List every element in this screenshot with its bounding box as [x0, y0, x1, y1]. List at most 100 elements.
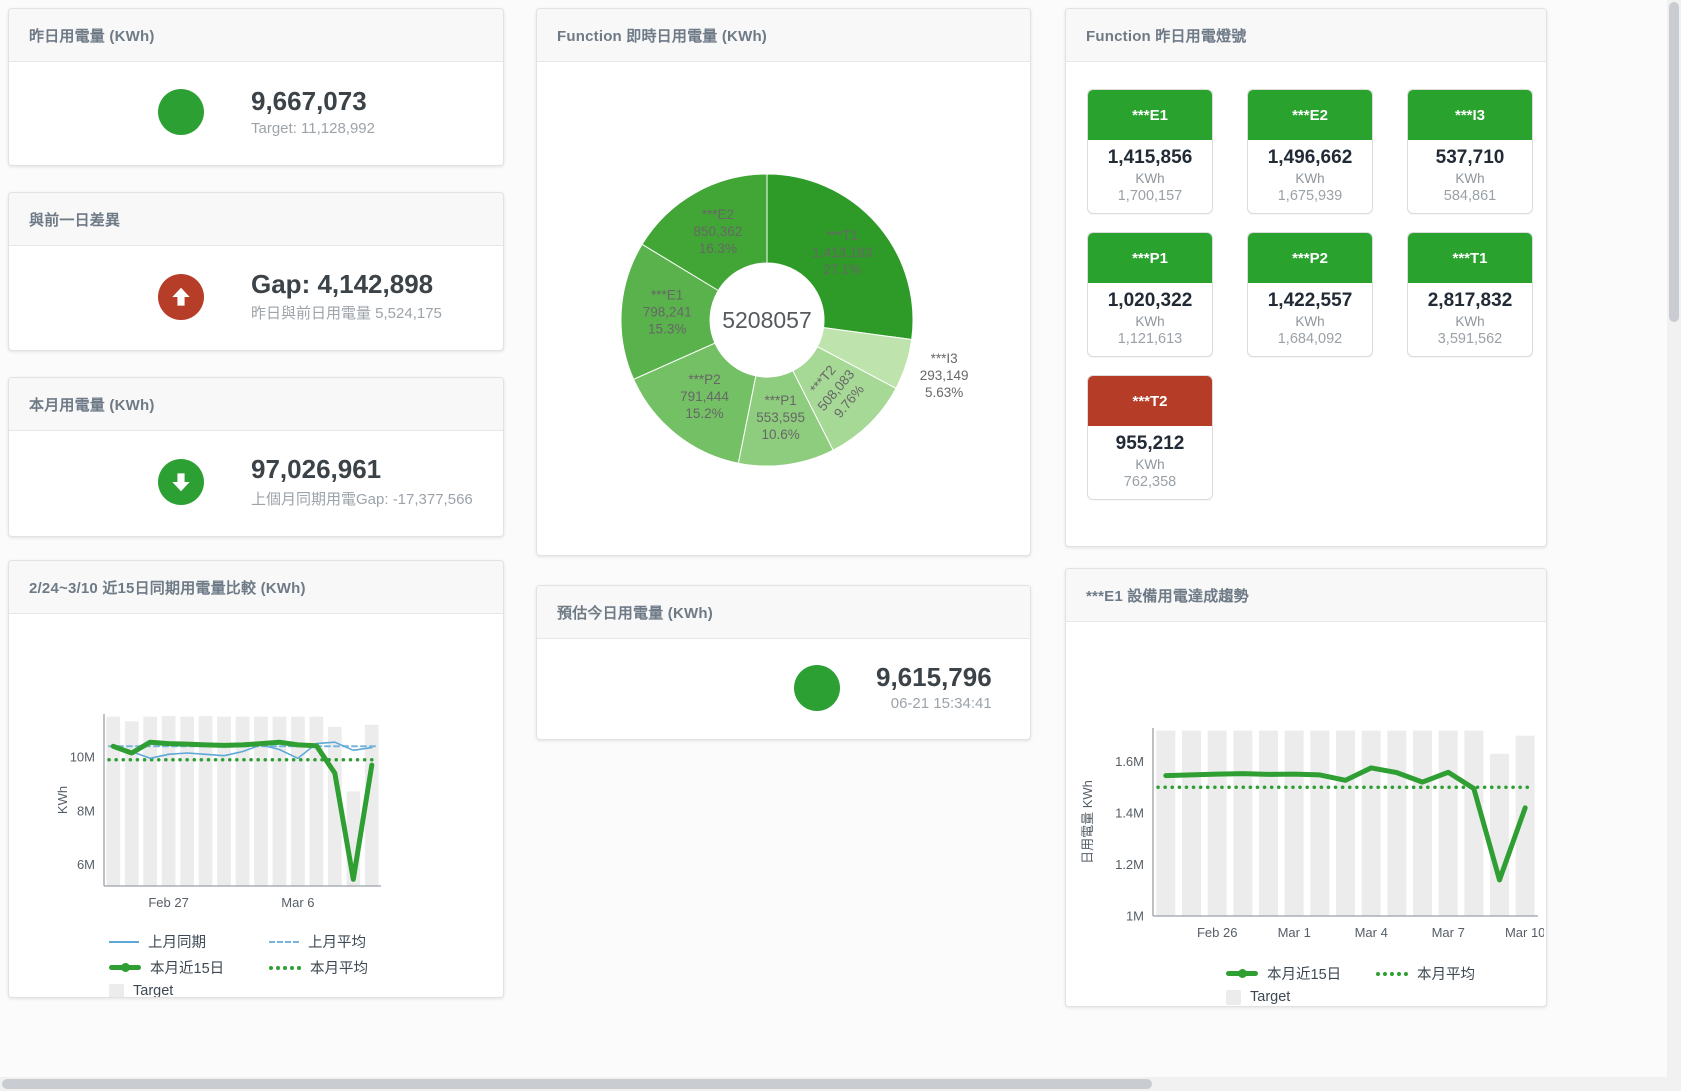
status-circle-icon: [158, 89, 204, 135]
square-swatch-icon: [1226, 990, 1241, 1005]
svg-text:Mar 7: Mar 7: [1432, 925, 1465, 940]
kpi-subtitle: Target: 11,128,992: [251, 120, 375, 137]
tile-target: 584,861: [1412, 188, 1528, 204]
card-title: 昨日用電量 (KWh): [29, 28, 155, 45]
svg-text:6M: 6M: [77, 857, 95, 872]
light-tile-p2: ***P2 1,422,557 KWh 1,684,092: [1247, 232, 1373, 357]
legend-item[interactable]: Target: [1226, 989, 1376, 1005]
light-tile-e1: ***E1 1,415,856 KWh 1,700,157: [1087, 89, 1213, 214]
tile-target: 1,700,157: [1092, 188, 1208, 204]
kpi-timestamp: 06-21 15:34:41: [876, 695, 992, 712]
legend-item[interactable]: Target: [109, 983, 269, 998]
svg-text:Mar 10: Mar 10: [1505, 925, 1544, 940]
tile-target: 1,121,613: [1092, 331, 1208, 347]
card-header: 本月用電量 (KWh): [9, 378, 503, 431]
tile-value: 1,020,322: [1092, 290, 1208, 312]
horizontal-scrollbar[interactable]: [0, 1077, 1681, 1091]
legend-label: Target: [1250, 989, 1290, 1005]
card-header: 2/24~3/10 近15日同期用電量比較 (KWh): [9, 561, 503, 614]
svg-text:10M: 10M: [70, 750, 95, 765]
card-title: Function 即時日用電量 (KWh): [557, 28, 767, 45]
kpi-subtitle: 上個月同期用電Gap: -17,377,566: [251, 488, 473, 509]
svg-text:1.4M: 1.4M: [1115, 806, 1144, 821]
legend-label: 本月近15日: [1267, 963, 1341, 984]
vertical-scrollbar[interactable]: [1667, 0, 1681, 1091]
kpi-value: 9,615,796: [876, 663, 992, 693]
tile-unit: KWh: [1092, 171, 1208, 186]
tile-unit: KWh: [1092, 457, 1208, 472]
legend-item[interactable]: 本月近15日: [1226, 963, 1376, 984]
legend-item[interactable]: 上月同期: [109, 931, 269, 952]
card-title: 與前一日差異: [29, 212, 120, 229]
light-tile-i3: ***I3 537,710 KWh 584,861: [1407, 89, 1533, 214]
legend-label: 本月平均: [310, 957, 368, 978]
svg-text:Feb 27: Feb 27: [148, 895, 188, 910]
legend-item[interactable]: 本月平均: [1376, 963, 1526, 984]
svg-text:1.6M: 1.6M: [1115, 754, 1144, 769]
svg-text:Mar 6: Mar 6: [281, 895, 314, 910]
tile-value: 955,212: [1092, 433, 1208, 455]
horizontal-scrollbar-thumb[interactable]: [2, 1079, 1152, 1089]
tile-target: 3,591,562: [1412, 331, 1528, 347]
status-circle-icon: [794, 665, 840, 711]
card-header: ***E1 設備用電達成趨勢: [1066, 569, 1546, 622]
card-title: ***E1 設備用電達成趨勢: [1086, 588, 1249, 605]
kpi-subtitle: 昨日與前日用電量 5,524,175: [251, 302, 442, 323]
line-swatch-icon: [109, 941, 139, 943]
tile-unit: KWh: [1252, 171, 1368, 186]
card-title: Function 昨日用電燈號: [1086, 28, 1247, 45]
dashed-line-swatch-icon: [269, 941, 299, 943]
arrow-down-icon: [158, 459, 204, 505]
svg-text:8M: 8M: [77, 803, 95, 818]
light-tile-t2: ***T2 955,212 KWh 762,358: [1087, 375, 1213, 500]
card-usage-compare-chart: 2/24~3/10 近15日同期用電量比較 (KWh) 6M 8M 10M Feb 2…: [8, 560, 504, 998]
card-estimated-today-usage: 預估今日用電量 (KWh) 9,615,796 06-21 15:34:41: [536, 585, 1031, 740]
card-header: 昨日用電量 (KWh): [9, 9, 503, 62]
legend-label: 本月近15日: [150, 957, 224, 978]
legend-item[interactable]: 上月平均: [269, 931, 429, 952]
card-month-usage: 本月用電量 (KWh) 97,026,961 上個月同期用電Gap: -17,3…: [8, 377, 504, 537]
light-tile-e2: ***E2 1,496,662 KWh 1,675,939: [1247, 89, 1373, 214]
card-header: Function 昨日用電燈號: [1066, 9, 1546, 62]
tile-header: ***T1: [1408, 233, 1532, 283]
vertical-scrollbar-thumb[interactable]: [1669, 2, 1679, 322]
tile-target: 762,358: [1092, 474, 1208, 490]
tile-header: ***E2: [1248, 90, 1372, 140]
arrow-up-icon: [158, 274, 204, 320]
card-title: 本月用電量 (KWh): [29, 397, 155, 414]
kpi-value: 97,026,961: [251, 455, 473, 485]
card-header: Function 即時日用電量 (KWh): [537, 9, 1030, 62]
tile-unit: KWh: [1092, 314, 1208, 329]
svg-text:Mar 1: Mar 1: [1278, 925, 1311, 940]
svg-text:5208057: 5208057: [722, 307, 812, 333]
card-title: 預估今日用電量 (KWh): [557, 605, 713, 622]
tile-unit: KWh: [1412, 171, 1528, 186]
legend-label: 本月平均: [1417, 963, 1475, 984]
svg-text:Mar 4: Mar 4: [1355, 925, 1388, 940]
tile-header: ***E1: [1088, 90, 1212, 140]
square-swatch-icon: [109, 984, 124, 999]
tile-value: 1,496,662: [1252, 147, 1368, 169]
light-tile-t1: ***T1 2,817,832 KWh 3,591,562: [1407, 232, 1533, 357]
dashboard: 昨日用電量 (KWh) 9,667,073 Target: 11,128,992…: [0, 0, 1681, 1091]
card-realtime-usage-donut: Function 即時日用電量 (KWh) ***T11,413,18327.1…: [536, 8, 1031, 556]
tile-header: ***P2: [1248, 233, 1372, 283]
svg-text:1M: 1M: [1126, 909, 1144, 924]
card-title: 2/24~3/10 近15日同期用電量比較 (KWh): [29, 580, 306, 597]
legend-item[interactable]: 本月近15日: [109, 957, 269, 978]
tile-target: 1,675,939: [1252, 188, 1368, 204]
card-gap-previous-day: 與前一日差異 Gap: 4,142,898 昨日與前日用電量 5,524,175: [8, 192, 504, 351]
legend-item[interactable]: 本月平均: [269, 957, 429, 978]
svg-text:***I3293,1495.63%: ***I3293,1495.63%: [920, 351, 969, 400]
chart-legend: 本月近15日 本月平均 Target: [1226, 963, 1546, 1005]
dotted-line-swatch-icon: [1376, 972, 1408, 976]
card-header: 預估今日用電量 (KWh): [537, 586, 1030, 639]
tile-header: ***P1: [1088, 233, 1212, 283]
thick-line-swatch-icon: [109, 965, 141, 970]
light-tile-p1: ***P1 1,020,322 KWh 1,121,613: [1087, 232, 1213, 357]
tile-value: 537,710: [1412, 147, 1528, 169]
tile-unit: KWh: [1252, 314, 1368, 329]
e1-trend-chart: 1M1.2M1.4M1.6MFeb 26Mar 1Mar 4Mar 7Mar 1…: [1066, 628, 1544, 958]
dotted-line-swatch-icon: [269, 966, 301, 970]
tile-value: 1,422,557: [1252, 290, 1368, 312]
